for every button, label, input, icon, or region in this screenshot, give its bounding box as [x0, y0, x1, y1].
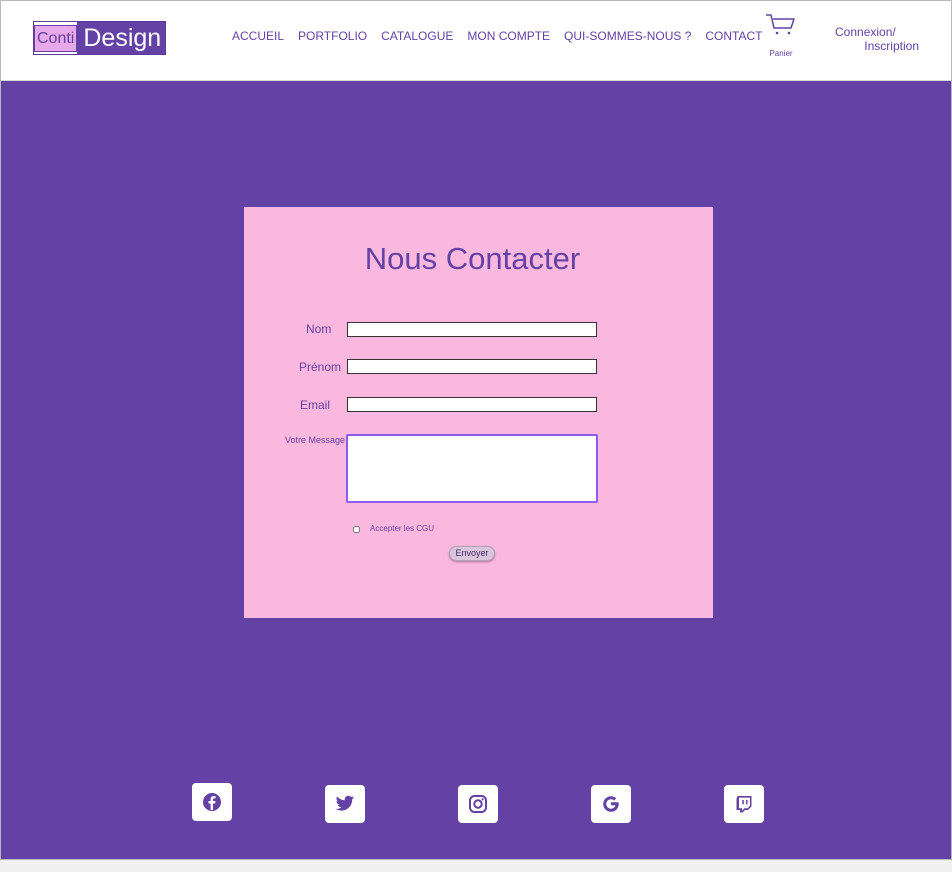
message-textarea[interactable] [346, 434, 598, 503]
nav-portfolio[interactable]: PORTFOLIO [298, 29, 367, 43]
main-nav: ACCUEIL PORTFOLIO CATALOGUE MON COMPTE Q… [232, 29, 777, 43]
message-label: Votre Message [285, 435, 346, 445]
cgu-checkbox[interactable] [353, 526, 360, 533]
nav-catalogue[interactable]: CATALOGUE [381, 29, 453, 43]
cgu-label: Accepter les CGU [370, 524, 435, 533]
instagram-icon [469, 795, 487, 813]
twitch-link[interactable] [724, 785, 764, 823]
nav-mon-compte[interactable]: MON COMPTE [467, 29, 550, 43]
page-title: Nous Contacter [364, 241, 581, 276]
google-icon [603, 796, 619, 812]
prenom-label: Prénom [299, 360, 342, 374]
prenom-input[interactable] [347, 359, 597, 374]
logo[interactable]: Conti Design [33, 21, 167, 55]
contact-form-card: Nous Contacter Nom Prénom Email Votre Me… [244, 207, 713, 618]
nav-qui-sommes-nous[interactable]: QUI-SOMMES-NOUS ? [564, 29, 691, 43]
facebook-icon [203, 793, 221, 811]
login-label: Connexion/ [835, 25, 896, 39]
logo-part-conti: Conti [34, 25, 78, 52]
site-header: Conti Design ACCUEIL PORTFOLIO CATALOGUE… [1, 1, 951, 81]
register-label: Inscription [864, 39, 919, 53]
twitter-link[interactable] [325, 785, 365, 823]
twitter-icon [335, 795, 355, 811]
email-label: Email [300, 398, 331, 412]
cart-button[interactable]: Panier [763, 13, 799, 58]
login-link[interactable]: Connexion/ Inscription [835, 25, 919, 53]
nom-label: Nom [306, 322, 332, 336]
logo-part-design: Design [77, 22, 166, 54]
nav-contact[interactable]: CONTACT [705, 29, 762, 43]
cart-label: Panier [769, 49, 793, 58]
cart-icon [766, 14, 795, 35]
facebook-link[interactable] [192, 783, 232, 821]
page: Conti Design ACCUEIL PORTFOLIO CATALOGUE… [0, 0, 952, 860]
instagram-link[interactable] [458, 785, 498, 823]
twitch-icon [736, 796, 752, 813]
nav-accueil[interactable]: ACCUEIL [232, 29, 284, 43]
email-input[interactable] [347, 397, 597, 412]
nom-input[interactable] [347, 322, 597, 337]
google-link[interactable] [591, 785, 631, 823]
submit-button[interactable]: Envoyer [449, 546, 495, 561]
